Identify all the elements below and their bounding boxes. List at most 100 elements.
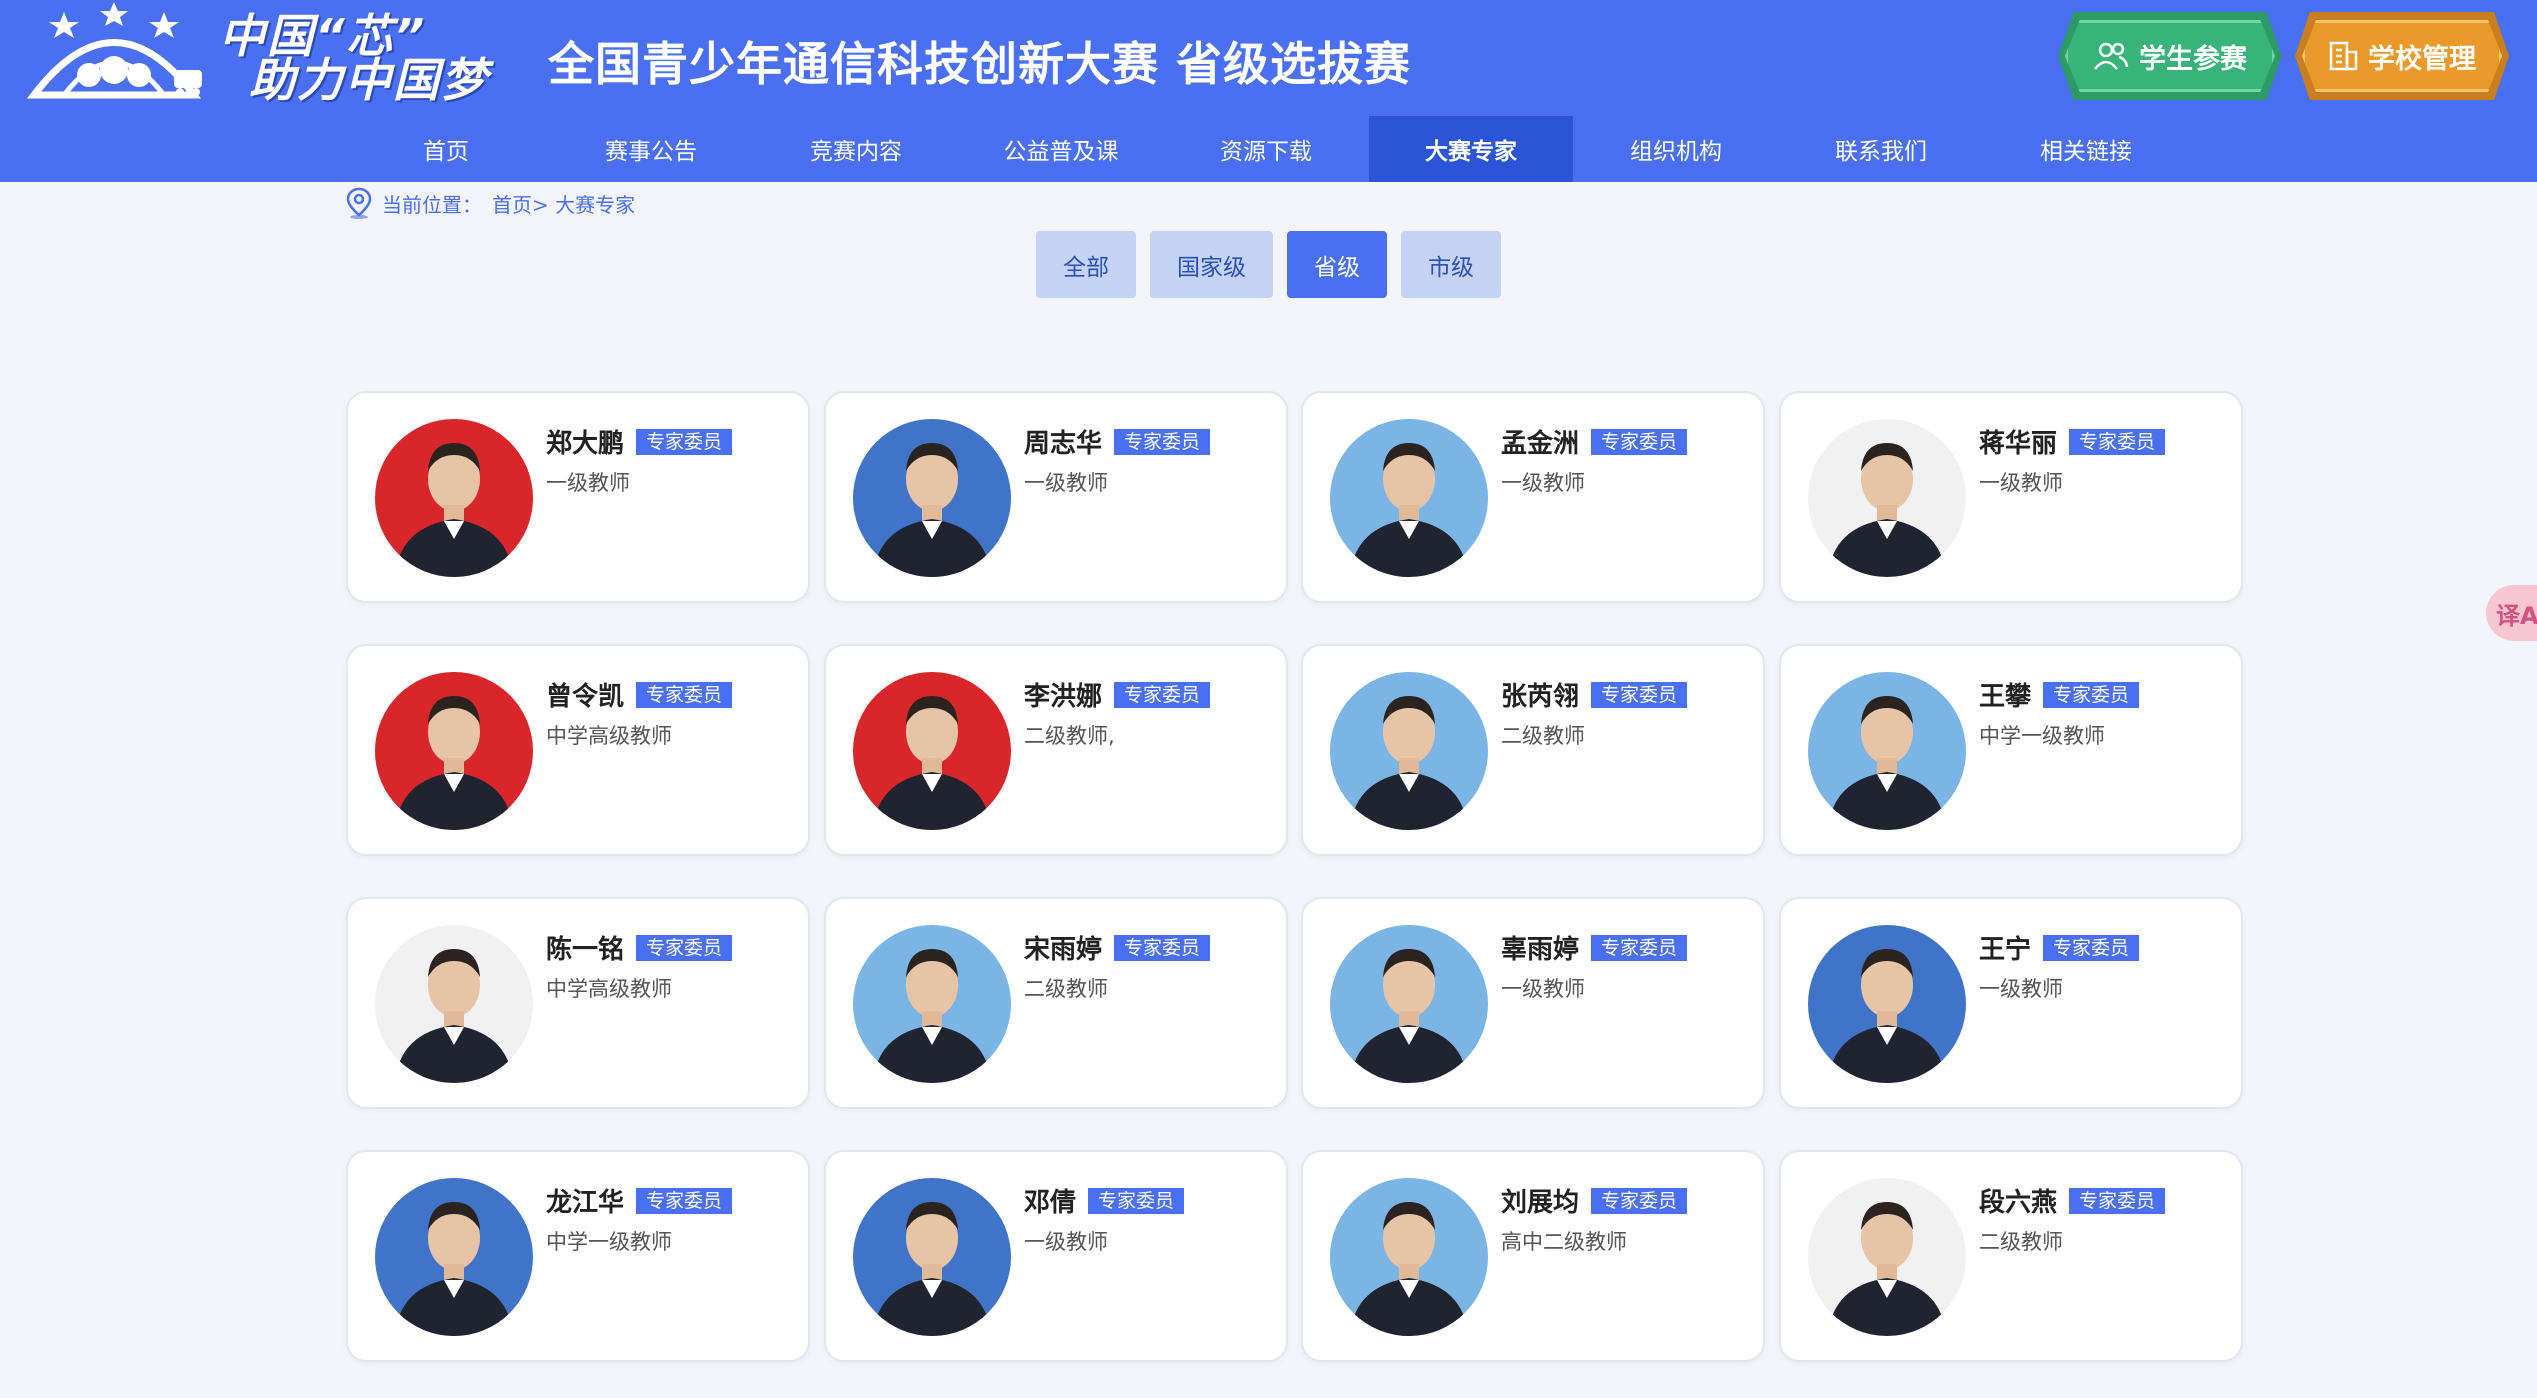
users-icon: [2094, 42, 2129, 70]
expert-avatar: [1808, 672, 1966, 830]
expert-role-badge: 专家委员: [636, 934, 733, 961]
expert-name-row: 王攀 专家委员: [1979, 676, 2140, 713]
expert-name: 王攀: [1979, 682, 2032, 712]
expert-card[interactable]: 刘展均 专家委员高中二级教师: [1301, 1150, 1765, 1362]
expert-name: 王宁: [1979, 935, 2032, 965]
expert-role-badge: 专家委员: [636, 428, 733, 455]
nav-item[interactable]: 竞赛内容: [754, 116, 958, 182]
expert-role-badge: 专家委员: [2069, 428, 2166, 455]
expert-role-badge: 专家委员: [1088, 1187, 1185, 1214]
expert-avatar: [375, 925, 533, 1083]
nav-item[interactable]: 公益普及课: [959, 116, 1163, 182]
expert-role-badge: 专家委员: [2069, 1187, 2166, 1214]
expert-role-badge: 专家委员: [636, 681, 733, 708]
expert-name: 周志华: [1024, 429, 1103, 459]
expert-title: 一级教师: [1501, 977, 1585, 1001]
breadcrumb-path[interactable]: 首页> 大赛专家: [492, 189, 635, 218]
expert-name-row: 王宁 专家委员: [1979, 929, 2140, 966]
expert-card[interactable]: 龙江华 专家委员中学一级教师: [346, 1150, 810, 1362]
expert-title: 中学一级教师: [546, 1230, 672, 1254]
nav-item[interactable]: 组织机构: [1574, 116, 1778, 182]
nav-item[interactable]: 首页: [344, 116, 548, 182]
translate-icon: 译A: [2496, 601, 2537, 630]
expert-title: 一级教师: [1024, 471, 1108, 495]
expert-name-row: 段六燕 专家委员: [1979, 1182, 2166, 1219]
expert-card[interactable]: 周志华 专家委员 一级教师: [824, 391, 1288, 603]
expert-title: 二级教师: [1979, 1230, 2063, 1254]
filter-tab[interactable]: 国家级: [1150, 231, 1273, 298]
expert-avatar: [1330, 419, 1488, 577]
nav-item[interactable]: 联系我们: [1779, 116, 1983, 182]
expert-card[interactable]: 王攀 专家委员中学一级教师: [1779, 644, 2243, 856]
expert-role-badge: 专家委员: [1591, 1187, 1688, 1214]
expert-name-row: 蒋华丽 专家委员: [1979, 423, 2166, 460]
expert-name: 刘展均: [1501, 1188, 1580, 1218]
expert-card[interactable]: 邓倩 专家委员一级教师: [824, 1150, 1288, 1362]
expert-card[interactable]: 李洪娜 专家委员 二级教师,: [824, 644, 1288, 856]
nav-item[interactable]: 资源下载: [1164, 116, 1368, 182]
expert-card[interactable]: 辜雨婷 专家委员一级教师: [1301, 897, 1765, 1109]
expert-name-row: 张芮翎 专家委员: [1501, 676, 1688, 713]
expert-name-row: 辜雨婷 专家委员: [1501, 929, 1688, 966]
building-icon: [2329, 41, 2358, 71]
expert-avatar: [1330, 1178, 1488, 1336]
expert-card[interactable]: 孟金洲 专家委员 一级教师: [1301, 391, 1765, 603]
expert-name: 宋雨婷: [1024, 935, 1103, 965]
expert-name-row: 邓倩 专家委员: [1024, 1182, 1185, 1219]
expert-name-row: 龙江华 专家委员: [546, 1182, 733, 1219]
nav-item[interactable]: 赛事公告: [549, 116, 753, 182]
expert-name: 郑大鹏: [546, 429, 625, 459]
expert-name: 张芮翎: [1501, 682, 1580, 712]
filter-tab[interactable]: 全部: [1036, 231, 1136, 298]
expert-name: 李洪娜: [1024, 682, 1103, 712]
filter-tab[interactable]: 省级: [1287, 231, 1387, 298]
expert-card[interactable]: 曾令凯 专家委员中学高级教师: [346, 644, 810, 856]
site-logo[interactable]: 中国“芯” 助力中国梦: [24, 0, 514, 110]
translate-button[interactable]: 译A: [2486, 585, 2537, 641]
expert-title: 一级教师: [1979, 977, 2063, 1001]
expert-name-row: 周志华 专家委员: [1024, 423, 1211, 460]
expert-name-row: 李洪娜 专家委员: [1024, 676, 1211, 713]
expert-role-badge: 专家委员: [1114, 428, 1211, 455]
student-button-label: 学生参赛: [2139, 43, 2247, 75]
expert-title: 中学高级教师: [546, 977, 672, 1001]
expert-name-row: 宋雨婷 专家委员: [1024, 929, 1211, 966]
expert-avatar: [1330, 925, 1488, 1083]
expert-name-row: 郑大鹏 专家委员: [546, 423, 733, 460]
expert-name-row: 陈一铭 专家委员: [546, 929, 733, 966]
expert-role-badge: 专家委员: [2043, 681, 2140, 708]
expert-card[interactable]: 张芮翎 专家委员 二级教师: [1301, 644, 1765, 856]
expert-role-badge: 专家委员: [1114, 934, 1211, 961]
breadcrumb-prefix: 当前位置：: [382, 192, 482, 217]
expert-title: 二级教师: [1501, 724, 1585, 748]
expert-role-badge: 专家委员: [1591, 681, 1688, 708]
student-participation-button[interactable]: 学生参赛: [2065, 20, 2275, 92]
expert-name-row: 曾令凯 专家委员: [546, 676, 733, 713]
expert-title: 高中二级教师: [1501, 1230, 1627, 1254]
expert-card[interactable]: 宋雨婷 专家委员 二级教师: [824, 897, 1288, 1109]
expert-card[interactable]: 段六燕 专家委员二级教师: [1779, 1150, 2243, 1362]
nav-item[interactable]: 相关链接: [1984, 116, 2188, 182]
expert-card[interactable]: 蒋华丽 专家委员 一级教师: [1779, 391, 2243, 603]
expert-avatar: [375, 419, 533, 577]
school-management-button[interactable]: 学校管理: [2302, 20, 2502, 92]
expert-title: 中学高级教师: [546, 724, 672, 748]
expert-name: 邓倩: [1024, 1188, 1077, 1218]
expert-card[interactable]: 陈一铭 专家委员中学高级教师: [346, 897, 810, 1109]
expert-avatar: [853, 672, 1011, 830]
expert-avatar: [1808, 925, 1966, 1083]
breadcrumb: 当前位置： 首页> 大赛专家: [346, 186, 635, 220]
expert-name-row: 刘展均 专家委员: [1501, 1182, 1688, 1219]
expert-card[interactable]: 郑大鹏 专家委员 一级教师: [346, 391, 810, 603]
expert-name: 龙江华: [546, 1188, 625, 1218]
expert-name-row: 孟金洲 专家委员: [1501, 423, 1688, 460]
expert-card[interactable]: 王宁 专家委员一级教师: [1779, 897, 2243, 1109]
site-header: 中国“芯” 助力中国梦 全国青少年通信科技创新大赛 省级选拔赛 学生参赛 学校管…: [0, 0, 2537, 182]
filter-tab[interactable]: 市级: [1401, 231, 1501, 298]
expert-title: 一级教师: [1024, 1230, 1108, 1254]
site-title: 全国青少年通信科技创新大赛 省级选拔赛: [548, 37, 1412, 91]
expert-title: 中学一级教师: [1979, 724, 2105, 748]
expert-role-badge: 专家委员: [636, 1187, 733, 1214]
nav-item[interactable]: 大赛专家: [1369, 116, 1573, 182]
expert-avatar: [853, 419, 1011, 577]
